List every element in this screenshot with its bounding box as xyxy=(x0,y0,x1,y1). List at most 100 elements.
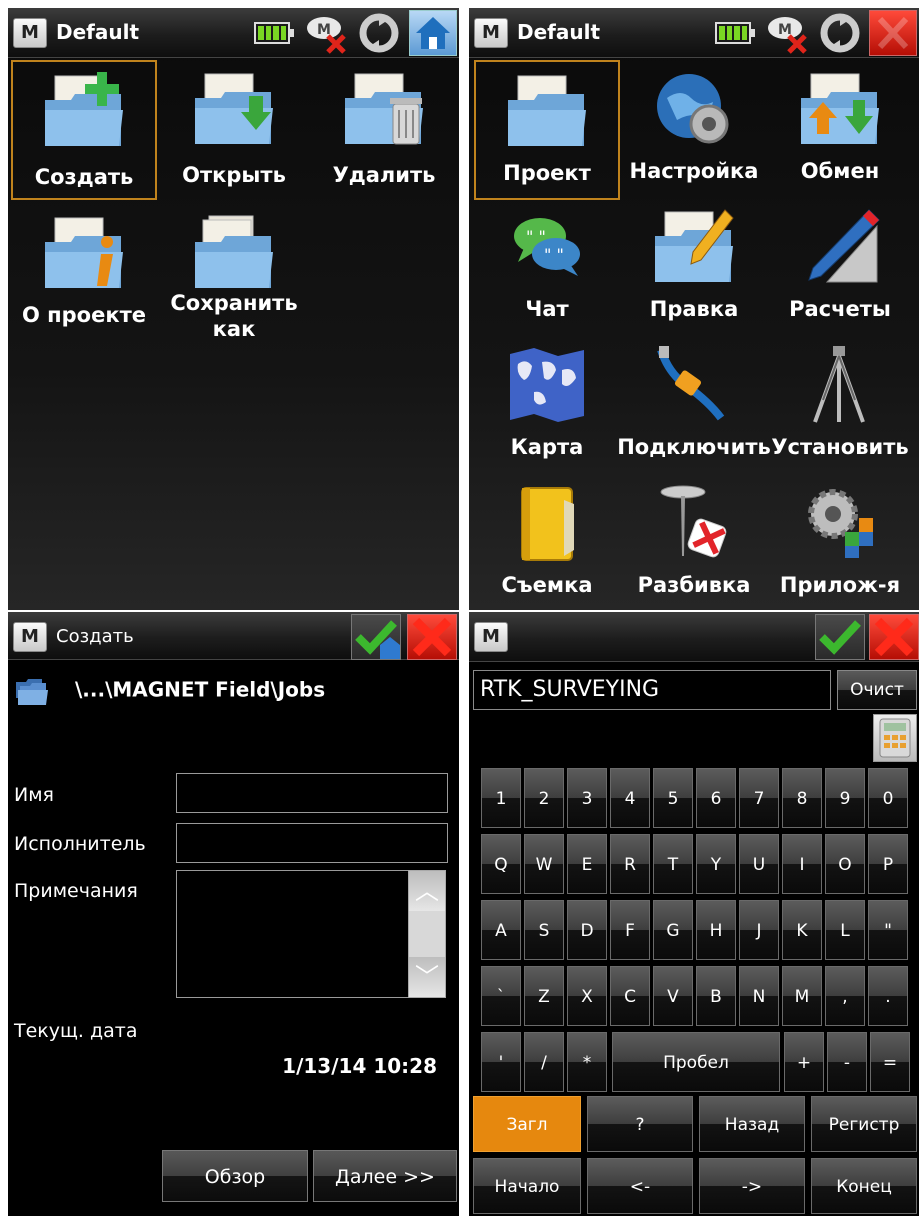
tile-job-info[interactable]: О проекте xyxy=(11,204,157,344)
date-label: Текущ. дата xyxy=(14,1020,138,1042)
key-3-0[interactable]: ` xyxy=(481,966,521,1026)
key-2-5[interactable]: H xyxy=(696,900,736,960)
key-0-3[interactable]: 4 xyxy=(610,768,650,828)
backspace-key[interactable]: Назад xyxy=(699,1096,805,1152)
key-0-1[interactable]: 2 xyxy=(524,768,564,828)
key-2-2[interactable]: D xyxy=(567,900,607,960)
key-apostrophe[interactable]: ' xyxy=(481,1032,521,1092)
performer-field[interactable] xyxy=(176,823,448,863)
key-asterisk[interactable]: * xyxy=(567,1032,607,1092)
key-1-7[interactable]: I xyxy=(782,834,822,894)
tile-delete[interactable]: Удалить xyxy=(311,60,457,200)
key-2-9[interactable]: " xyxy=(868,900,908,960)
cursor-right-key[interactable]: -> xyxy=(699,1158,805,1214)
key-1-2[interactable]: E xyxy=(567,834,607,894)
cancel-button[interactable] xyxy=(869,614,919,660)
calculator-button[interactable] xyxy=(873,714,917,762)
tile-create[interactable]: Создать xyxy=(11,60,157,200)
tile-survey[interactable]: Съемка xyxy=(474,474,620,610)
key-0-4[interactable]: 5 xyxy=(653,768,693,828)
tile-project[interactable]: Проект xyxy=(474,60,620,200)
ok-button[interactable] xyxy=(351,614,401,660)
key-3-6[interactable]: N xyxy=(739,966,779,1026)
key-0-7[interactable]: 8 xyxy=(782,768,822,828)
key-slash[interactable]: / xyxy=(524,1032,564,1092)
name-field[interactable] xyxy=(176,773,448,813)
scroll-up-icon[interactable]: ︿ xyxy=(409,871,445,911)
cursor-left-key[interactable]: <- xyxy=(587,1158,693,1214)
home-button[interactable] xyxy=(409,10,457,56)
key-3-9[interactable]: . xyxy=(868,966,908,1026)
keyboard-screen: M RTK_SURVEYING Очист 1234567890 QWERTYUI… xyxy=(469,612,919,1216)
key-1-6[interactable]: U xyxy=(739,834,779,894)
key-1-3[interactable]: R xyxy=(610,834,650,894)
key-2-0[interactable]: A xyxy=(481,900,521,960)
magnet-logo-icon[interactable]: M xyxy=(13,622,47,652)
key-space[interactable]: Пробел xyxy=(612,1032,780,1092)
shift-key[interactable]: Регистр xyxy=(811,1096,917,1152)
key-equals[interactable]: = xyxy=(870,1032,910,1092)
key-0-9[interactable]: 0 xyxy=(868,768,908,828)
tile-open[interactable]: Открыть xyxy=(161,60,307,200)
tile-apps[interactable]: Прилож-я xyxy=(767,474,913,610)
key-minus[interactable]: - xyxy=(827,1032,867,1092)
tile-chat[interactable]: " " " " Чат xyxy=(474,198,620,338)
key-1-4[interactable]: T xyxy=(653,834,693,894)
key-2-4[interactable]: G xyxy=(653,900,693,960)
key-1-8[interactable]: O xyxy=(825,834,865,894)
notes-scrollbar[interactable]: ︿ ﹀ xyxy=(408,870,446,998)
tile-edit[interactable]: Правка xyxy=(621,198,767,338)
tile-connect[interactable]: Подключить xyxy=(617,336,771,476)
key-1-5[interactable]: Y xyxy=(696,834,736,894)
tile-map[interactable]: Карта xyxy=(474,336,620,476)
scroll-down-icon[interactable]: ﹀ xyxy=(409,957,445,997)
key-1-0[interactable]: Q xyxy=(481,834,521,894)
key-0-8[interactable]: 9 xyxy=(825,768,865,828)
close-icon xyxy=(412,617,452,657)
key-2-8[interactable]: L xyxy=(825,900,865,960)
tile-calculations[interactable]: Расчеты xyxy=(767,198,913,338)
close-button[interactable] xyxy=(869,10,917,56)
tile-save-as[interactable]: Сохранить как xyxy=(161,204,307,344)
key-3-5[interactable]: B xyxy=(696,966,736,1026)
caps-key[interactable]: Загл xyxy=(473,1096,581,1152)
ok-button[interactable] xyxy=(815,614,865,660)
home-key[interactable]: Начало xyxy=(473,1158,581,1214)
next-button[interactable]: Далее >> xyxy=(313,1150,457,1202)
key-3-7[interactable]: M xyxy=(782,966,822,1026)
tile-setup[interactable]: Установить xyxy=(767,336,913,476)
text-input[interactable]: RTK_SURVEYING xyxy=(473,670,831,710)
key-plus[interactable]: + xyxy=(784,1032,824,1092)
key-1-9[interactable]: P xyxy=(868,834,908,894)
key-question[interactable]: ? xyxy=(587,1096,693,1152)
key-2-7[interactable]: K xyxy=(782,900,822,960)
create-job-screen: M Создать \...\MAGNET Field\Jobs Имя Исп… xyxy=(8,612,459,1216)
key-2-6[interactable]: J xyxy=(739,900,779,960)
key-0-2[interactable]: 3 xyxy=(567,768,607,828)
key-1-1[interactable]: W xyxy=(524,834,564,894)
key-3-8[interactable]: , xyxy=(825,966,865,1026)
key-0-6[interactable]: 7 xyxy=(739,768,779,828)
tile-settings[interactable]: Настройка xyxy=(621,60,767,200)
key-0-5[interactable]: 6 xyxy=(696,768,736,828)
tile-stakeout[interactable]: Разбивка xyxy=(621,474,767,610)
cancel-button[interactable] xyxy=(407,614,457,660)
notes-field[interactable] xyxy=(176,870,410,998)
tile-save-as-label: Сохранить как xyxy=(170,291,298,341)
magnet-logo-icon[interactable]: M xyxy=(474,18,508,48)
key-2-1[interactable]: S xyxy=(524,900,564,960)
magnet-logo-icon[interactable]: M xyxy=(13,18,47,48)
key-3-3[interactable]: C xyxy=(610,966,650,1026)
tile-exchange[interactable]: Обмен xyxy=(767,60,913,200)
key-2-3[interactable]: F xyxy=(610,900,650,960)
key-0-0[interactable]: 1 xyxy=(481,768,521,828)
key-3-4[interactable]: V xyxy=(653,966,693,1026)
key-3-2[interactable]: X xyxy=(567,966,607,1026)
title-bar: M xyxy=(469,612,919,662)
clear-button[interactable]: Очист xyxy=(837,670,917,710)
magnet-logo-icon[interactable]: M xyxy=(474,622,508,652)
key-3-1[interactable]: Z xyxy=(524,966,564,1026)
browse-button[interactable]: Обзор xyxy=(162,1150,308,1202)
end-key[interactable]: Конец xyxy=(811,1158,917,1214)
date-value: 1/13/14 10:28 xyxy=(282,1054,437,1078)
